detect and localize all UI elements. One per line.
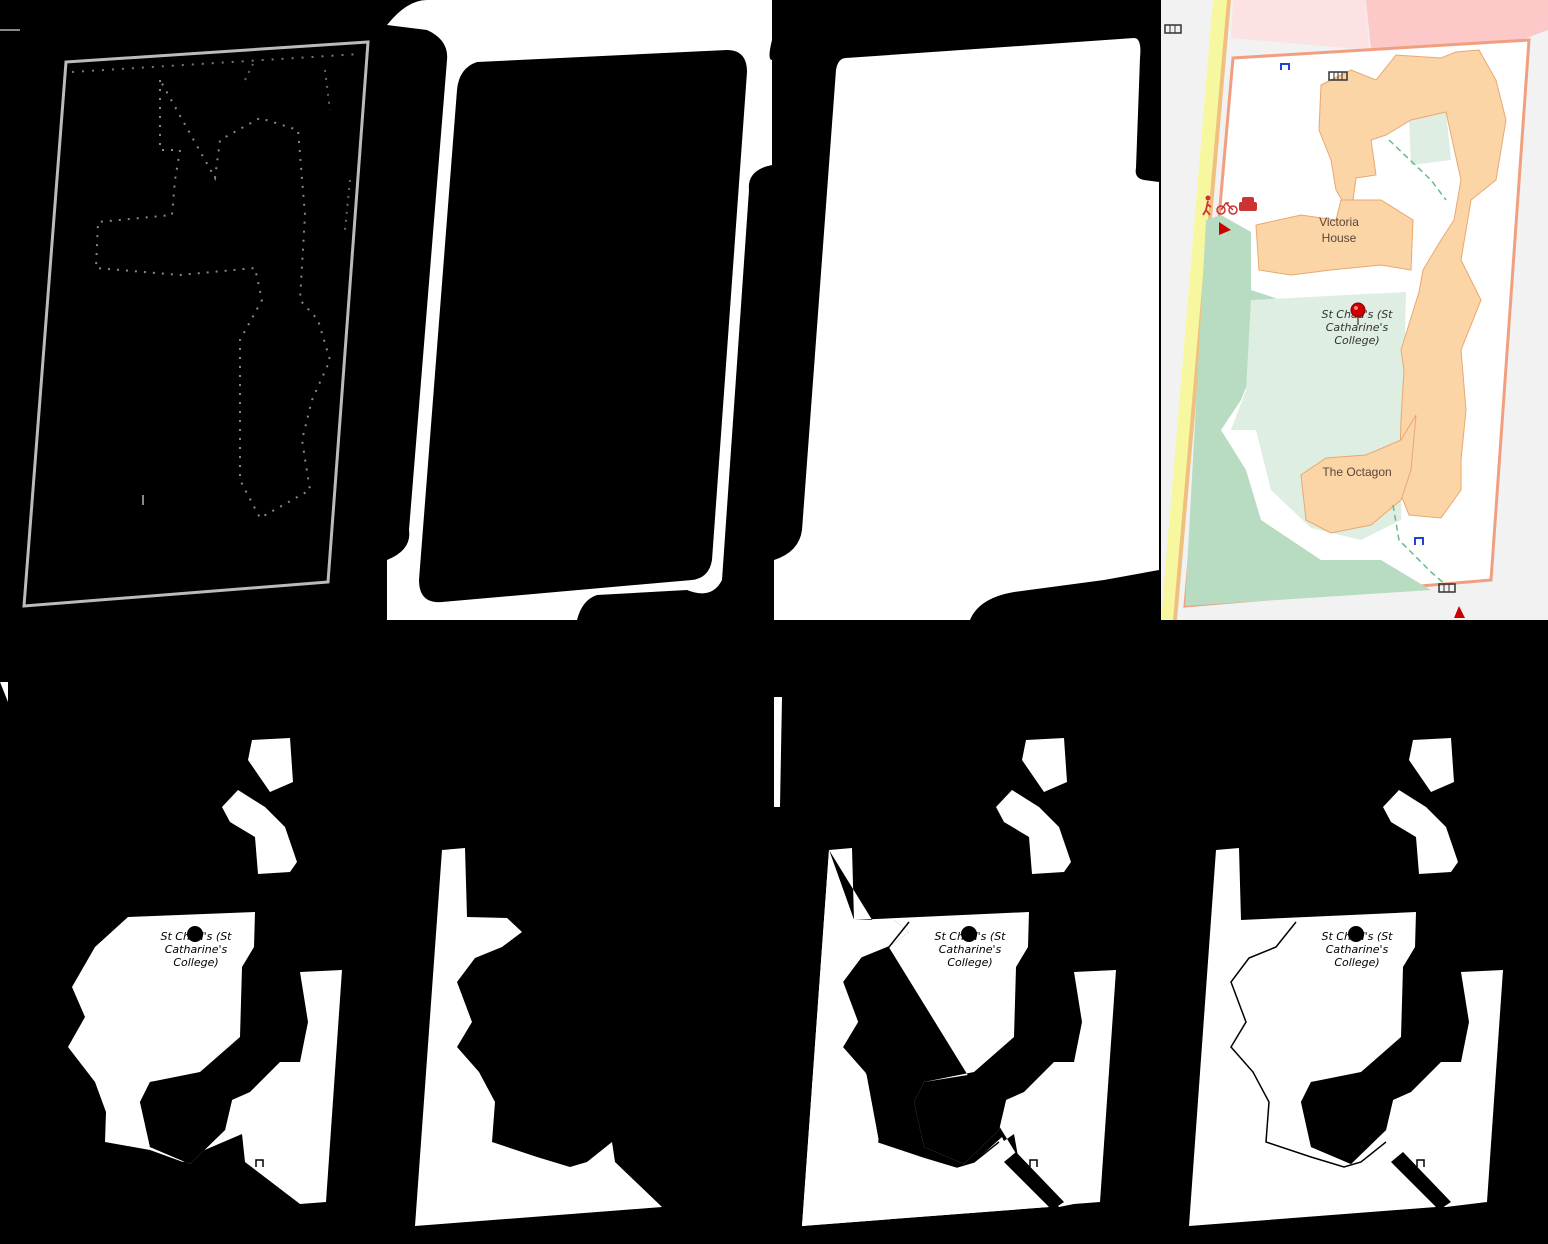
segment-mask-svg-2 (415, 848, 662, 1226)
mask3-label-3: College) (947, 956, 992, 969)
segment-mask-svg-1: St Chad's (St Catharine's College) (0, 682, 342, 1204)
mask-blob-top (248, 738, 293, 792)
map-panel: Victoria House St Chad's (St Catharine's… (1161, 0, 1548, 620)
lawn-courtyard (1409, 112, 1451, 165)
mask-blob-upper (222, 790, 297, 874)
mask4-label-1: St Chad's (St (1321, 930, 1393, 943)
filled-area (774, 38, 1159, 620)
mask4-blob-upper (1383, 790, 1458, 874)
mask4-blob-top (1409, 738, 1454, 792)
segment-mask-panel-3: St Chad's (St Catharine's College) (774, 622, 1159, 1244)
mask3-edge-sliver (774, 697, 782, 807)
mask-edge-sliver (0, 682, 8, 702)
st-chads-label-3: College) (1334, 334, 1379, 347)
map-svg: Victoria House St Chad's (St Catharine's… (1161, 0, 1548, 620)
mask4-label-3: College) (1334, 956, 1379, 969)
segment-mask-svg-3: St Chad's (St Catharine's College) (774, 697, 1116, 1226)
mask-label-2: Catharine's (165, 943, 228, 956)
building-edge-dots (94, 76, 332, 520)
st-chads-label-2: Catharine's (1326, 321, 1389, 334)
mask4-label-2: Catharine's (1326, 943, 1389, 956)
segment-mask-panel-1: St Chad's (St Catharine's College) (0, 622, 385, 1244)
mask3-label-1: St Chad's (St (934, 930, 1006, 943)
mask-label-3: College) (173, 956, 218, 969)
victoria-label-2: House (1322, 231, 1357, 245)
segment-mask-svg-4: St Chad's (St Catharine's College) (1189, 738, 1503, 1226)
ring-mask-svg (387, 0, 772, 620)
octagon-label: The Octagon (1322, 465, 1391, 479)
inner-edge-dots (71, 53, 361, 73)
segment-mask-panel-4: St Chad's (St Catharine's College) (1161, 622, 1548, 1244)
mask4-region-main (1189, 848, 1503, 1226)
edge-outline-svg (0, 29, 370, 608)
mask3-label-2: Catharine's (939, 943, 1002, 956)
segment-mask-panel-2 (387, 622, 772, 1244)
victoria-label-1: Victoria (1319, 215, 1359, 229)
grass-mask-region (415, 848, 662, 1226)
edge-detection-panel (0, 0, 385, 620)
scatter-edge-dots (244, 59, 351, 231)
ring-inner (419, 50, 747, 603)
boundary-edge (22, 40, 370, 608)
mask3-blob-top (1022, 738, 1067, 792)
filled-mask-svg (774, 38, 1159, 620)
boundary-ring-panel (387, 0, 772, 620)
filled-boundary-panel (774, 0, 1159, 620)
mask-label-1: St Chad's (St (160, 930, 232, 943)
mask3-blob-upper (996, 790, 1071, 874)
